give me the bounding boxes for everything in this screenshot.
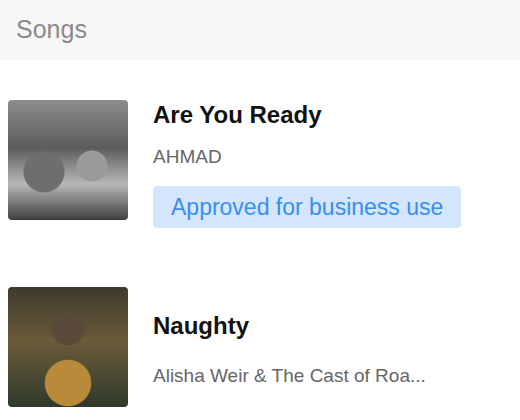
song-artist: AHMAD bbox=[153, 144, 461, 170]
song-details: Naughty Alisha Weir & The Cast of Roa... bbox=[153, 287, 426, 389]
album-artwork[interactable] bbox=[8, 100, 128, 220]
song-item[interactable]: Naughty Alisha Weir & The Cast of Roa... bbox=[0, 287, 520, 407]
approval-badge: Approved for business use bbox=[153, 186, 461, 228]
song-item[interactable]: Are You Ready AHMAD Approved for business … bbox=[0, 100, 520, 228]
song-artist: Alisha Weir & The Cast of Roa... bbox=[153, 363, 426, 389]
section-header: Songs bbox=[0, 0, 520, 60]
song-list: Are You Ready AHMAD Approved for business … bbox=[0, 60, 520, 407]
song-details: Are You Ready AHMAD Approved for business … bbox=[153, 100, 461, 228]
song-title[interactable]: Are You Ready bbox=[153, 100, 461, 130]
album-artwork[interactable] bbox=[8, 287, 128, 407]
song-title[interactable]: Naughty bbox=[153, 311, 426, 341]
